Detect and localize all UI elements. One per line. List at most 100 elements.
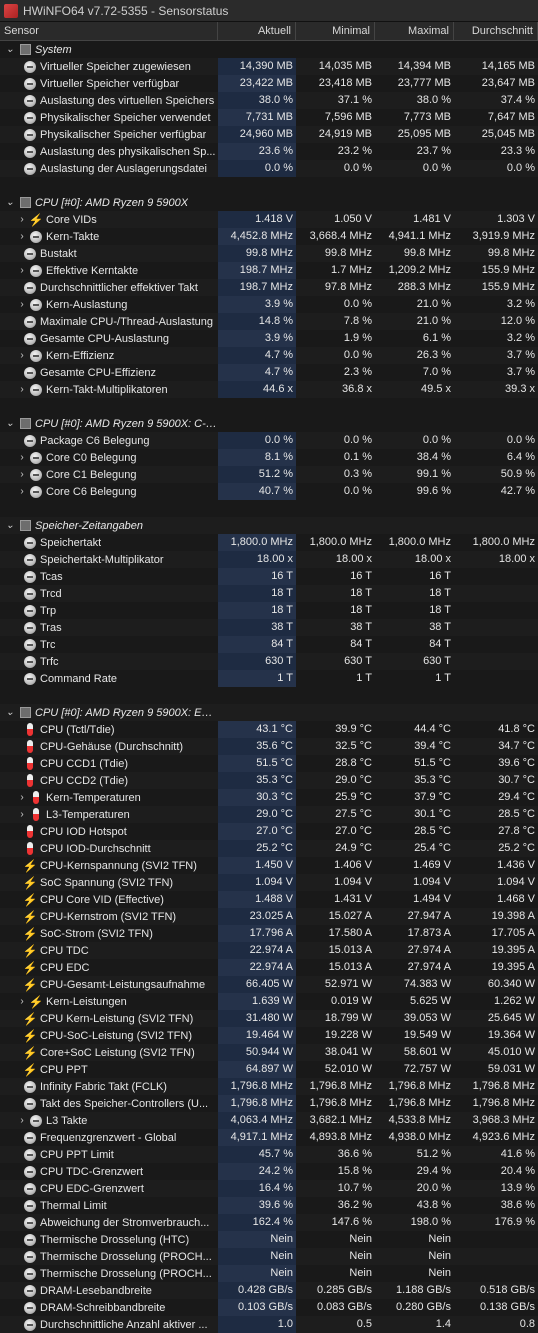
sensor-label: Kern-Leistungen xyxy=(46,995,127,1008)
sensor-row[interactable]: Physikalischer Speicher verfügbar 24,960 … xyxy=(0,126,538,143)
sensor-row[interactable]: › Core C0 Belegung 8.1 % 0.1 % 38.4 % 6.4 % xyxy=(0,449,538,466)
col-header-max[interactable]: Maximal xyxy=(375,22,454,40)
sensor-row[interactable]: CPU CCD2 (Tdie) 35.3 °C 29.0 °C 35.3 °C 30.7… xyxy=(0,772,538,789)
sensor-row[interactable]: ⚡ Core+SoC Leistung (SVI2 TFN) 50.944 W 38.… xyxy=(0,1044,538,1061)
expand-chevron-icon[interactable]: › xyxy=(16,792,28,803)
sensor-row[interactable]: Trfc 630 T 630 T 630 T xyxy=(0,653,538,670)
sensor-row[interactable]: Thermische Drosselung (HTC) Nein Nein Nein xyxy=(0,1231,538,1248)
sensor-row[interactable]: DRAM-Schreibbandbreite 0.103 GB/s 0.083 GB… xyxy=(0,1299,538,1316)
expand-chevron-icon[interactable]: › xyxy=(16,452,28,463)
expand-chevron-icon[interactable]: › xyxy=(16,231,28,242)
sensor-row[interactable]: ⚡ SoC Spannung (SVI2 TFN) 1.094 V 1.094 V 1.… xyxy=(0,874,538,891)
sensor-row[interactable]: Trp 18 T 18 T 18 T xyxy=(0,602,538,619)
col-header-sensor[interactable]: Sensor xyxy=(0,22,218,40)
sensor-row[interactable]: › ⚡ Core VIDs 1.418 V 1.050 V 1.481 V 1.303 V xyxy=(0,211,538,228)
expand-chevron-icon[interactable]: › xyxy=(16,486,28,497)
expand-chevron-icon[interactable]: › xyxy=(16,384,28,395)
sensor-group-row[interactable]: ⌄ CPU [#0]: AMD Ryzen 9 5900X xyxy=(0,194,538,211)
sensor-row[interactable]: › Core C1 Belegung 51.2 % 0.3 % 99.1 % 50.9 % xyxy=(0,466,538,483)
sensor-row[interactable]: ⚡ CPU EDC 22.974 A 15.013 A 27.974 A 19.395 A xyxy=(0,959,538,976)
expand-chevron-icon[interactable]: › xyxy=(16,996,28,1007)
collapse-chevron-icon[interactable]: ⌄ xyxy=(4,197,16,208)
sensor-row[interactable]: Takt des Speicher-Controllers (U... 1,796… xyxy=(0,1095,538,1112)
sensor-row[interactable]: CPU-Gehäuse (Durchschnitt) 35.6 °C 32.5 °C… xyxy=(0,738,538,755)
sensor-row[interactable]: Thermische Drosselung (PROCH... Nein Nein N… xyxy=(0,1248,538,1265)
sensor-row[interactable]: Package C6 Belegung 0.0 % 0.0 % 0.0 % 0.0 % xyxy=(0,432,538,449)
sensor-row[interactable]: ⚡ CPU TDC 22.974 A 15.013 A 27.974 A 19.395 A xyxy=(0,942,538,959)
col-header-avg[interactable]: Durchschnitt xyxy=(454,22,538,40)
sensor-row[interactable]: CPU (Tctl/Tdie) 43.1 °C 39.9 °C 44.4 °C 41.8… xyxy=(0,721,538,738)
collapse-chevron-icon[interactable]: ⌄ xyxy=(4,418,16,429)
sensor-row[interactable]: Frequenzgrenzwert - Global 4,917.1 MHz 4,8… xyxy=(0,1129,538,1146)
sensor-row[interactable]: Auslastung des physikalischen Sp... 23.6 … xyxy=(0,143,538,160)
sensor-row[interactable]: ⚡ CPU PPT 64.897 W 52.010 W 72.757 W 59.031 W xyxy=(0,1061,538,1078)
expand-chevron-icon[interactable]: › xyxy=(16,214,28,225)
sensor-row[interactable]: Virtueller Speicher verfügbar 23,422 MB 23… xyxy=(0,75,538,92)
sensor-row[interactable]: › ⚡ Kern-Leistungen 1.639 W 0.019 W 5.625 W 1.… xyxy=(0,993,538,1010)
sensor-row[interactable]: › Kern-Temperaturen 30.3 °C 25.9 °C 37.9 °C 2… xyxy=(0,789,538,806)
sensor-row[interactable]: ⚡ CPU-Gesamt-Leistungsaufnahme 66.405 W 52.… xyxy=(0,976,538,993)
collapse-chevron-icon[interactable]: ⌄ xyxy=(4,44,16,55)
collapse-chevron-icon[interactable]: ⌄ xyxy=(4,520,16,531)
sensor-row[interactable]: Maximale CPU-/Thread-Auslastung 14.8 % 7.8… xyxy=(0,313,538,330)
expand-chevron-icon[interactable]: › xyxy=(16,350,28,361)
sensor-row[interactable]: Trcd 18 T 18 T 18 T xyxy=(0,585,538,602)
value-max: 25.4 °C xyxy=(414,842,451,854)
sensor-row[interactable]: Infinity Fabric Takt (FCLK) 1,796.8 MHz 1,… xyxy=(0,1078,538,1095)
sensor-row[interactable]: CPU IOD Hotspot 27.0 °C 27.0 °C 28.5 °C 27.8… xyxy=(0,823,538,840)
sensor-row[interactable]: › Kern-Takt-Multiplikatoren 44.6 x 36.8 x 49… xyxy=(0,381,538,398)
sensor-row[interactable]: Thermal Limit 39.6 % 36.2 % 43.8 % 38.6 % xyxy=(0,1197,538,1214)
sensor-row[interactable]: Virtueller Speicher zugewiesen 14,390 MB 1… xyxy=(0,58,538,75)
sensor-row[interactable]: › L3 Takte 4,063.4 MHz 3,682.1 MHz 4,533.8 M… xyxy=(0,1112,538,1129)
sensor-row[interactable]: › Kern-Effizienz 4.7 % 0.0 % 26.3 % 3.7 % xyxy=(0,347,538,364)
sensor-row[interactable]: ⚡ CPU-Kernspannung (SVI2 TFN) 1.450 V 1.406… xyxy=(0,857,538,874)
sensor-row[interactable]: › L3-Temperaturen 29.0 °C 27.5 °C 30.1 °C 28.… xyxy=(0,806,538,823)
expand-chevron-icon[interactable]: › xyxy=(16,1115,28,1126)
sensor-row[interactable]: DRAM-Lesebandbreite 0.428 GB/s 0.285 GB/s 1… xyxy=(0,1282,538,1299)
sensor-row[interactable]: Bustakt 99.8 MHz 99.8 MHz 99.8 MHz 99.8 MHz xyxy=(0,245,538,262)
col-header-current[interactable]: Aktuell xyxy=(218,22,296,40)
col-header-min[interactable]: Minimal xyxy=(296,22,375,40)
sensor-row[interactable]: Tcas 16 T 16 T 16 T xyxy=(0,568,538,585)
sensor-group-row[interactable]: ⌄ System xyxy=(0,41,538,58)
sensor-row[interactable]: Auslastung des virtuellen Speichers 38.0 … xyxy=(0,92,538,109)
sensor-group-row[interactable]: ⌄ Speicher-Zeitangaben xyxy=(0,517,538,534)
expand-chevron-icon[interactable]: › xyxy=(16,809,28,820)
sensor-row[interactable]: Command Rate 1 T 1 T 1 T xyxy=(0,670,538,687)
sensor-row[interactable]: Thermische Drosselung (PROCH... Nein Nein N… xyxy=(0,1265,538,1282)
sensor-row[interactable]: › Kern-Takte 4,452.8 MHz 3,668.4 MHz 4,941.1… xyxy=(0,228,538,245)
expand-chevron-icon[interactable]: › xyxy=(16,265,28,276)
sensor-row[interactable]: ⚡ CPU Core VID (Effective) 1.488 V 1.431 V1… xyxy=(0,891,538,908)
circle-icon xyxy=(24,604,36,617)
sensor-row[interactable]: Speichertakt 1,800.0 MHz 1,800.0 MHz 1,800.… xyxy=(0,534,538,551)
sensor-row[interactable]: Durchschnittlicher effektiver Takt 198.7 … xyxy=(0,279,538,296)
sensor-row[interactable]: Physikalischer Speicher verwendet 7,731 M… xyxy=(0,109,538,126)
sensor-row[interactable]: Speichertakt-Multiplikator 18.00 x 18.00 x… xyxy=(0,551,538,568)
sensor-row[interactable]: Durchschnittliche Anzahl aktiver ... 1.0 0… xyxy=(0,1316,538,1333)
sensor-row[interactable]: Gesamte CPU-Effizienz 4.7 % 2.3 % 7.0 % 3.7 … xyxy=(0,364,538,381)
sensor-row[interactable]: CPU CCD1 (Tdie) 51.5 °C 28.8 °C 51.5 °C 39.6… xyxy=(0,755,538,772)
sensor-row[interactable]: CPU IOD-Durchschnitt 25.2 °C 24.9 °C 25.4 °… xyxy=(0,840,538,857)
sensor-row[interactable]: › Effektive Kerntakte 198.7 MHz 1.7 MHz 1,20… xyxy=(0,262,538,279)
sensor-group-row[interactable]: ⌄ CPU [#0]: AMD Ryzen 9 5900X: C-State Be… xyxy=(0,415,538,432)
expand-chevron-icon[interactable]: › xyxy=(16,299,28,310)
sensor-row[interactable]: CPU PPT Limit 45.7 % 36.6 % 51.2 % 41.6 % xyxy=(0,1146,538,1163)
sensor-row[interactable]: ⚡ CPU-SoC-Leistung (SVI2 TFN) 19.464 W 19.2… xyxy=(0,1027,538,1044)
sensor-row[interactable]: Trc 84 T 84 T 84 T xyxy=(0,636,538,653)
sensor-row[interactable]: ⚡ CPU Kern-Leistung (SVI2 TFN) 31.480 W 18.… xyxy=(0,1010,538,1027)
sensor-row[interactable]: Tras 38 T 38 T 38 T xyxy=(0,619,538,636)
sensor-row[interactable]: Auslastung der Auslagerungsdatei 0.0 % 0.0… xyxy=(0,160,538,177)
sensor-row[interactable]: Gesamte CPU-Auslastung 3.9 % 1.9 % 6.1 % 3.2… xyxy=(0,330,538,347)
sensor-row[interactable]: CPU EDC-Grenzwert 16.4 % 10.7 % 20.0 % 13.9 … xyxy=(0,1180,538,1197)
expand-chevron-icon[interactable]: › xyxy=(16,469,28,480)
sensor-row[interactable]: Abweichung der Stromverbrauch... 162.4 % 1… xyxy=(0,1214,538,1231)
value-current: 0.0 % xyxy=(218,160,296,177)
sensor-row[interactable]: CPU TDC-Grenzwert 24.2 % 15.8 % 29.4 % 20.4 … xyxy=(0,1163,538,1180)
sensor-row[interactable]: › Kern-Auslastung 3.9 % 0.0 % 21.0 % 3.2 % xyxy=(0,296,538,313)
collapse-chevron-icon[interactable]: ⌄ xyxy=(4,707,16,718)
sensor-row[interactable]: › Core C6 Belegung 40.7 % 0.0 % 99.6 % 42.7 % xyxy=(0,483,538,500)
sensor-row[interactable]: ⚡ CPU-Kernstrom (SVI2 TFN) 23.025 A 15.027 … xyxy=(0,908,538,925)
sensor-group-row[interactable]: ⌄ CPU [#0]: AMD Ryzen 9 5900X: Enhanced xyxy=(0,704,538,721)
sensor-row[interactable]: ⚡ SoC-Strom (SVI2 TFN) 17.796 A 17.580 A 17.… xyxy=(0,925,538,942)
sensor-name-cell: Frequenzgrenzwert - Global xyxy=(0,1129,218,1146)
